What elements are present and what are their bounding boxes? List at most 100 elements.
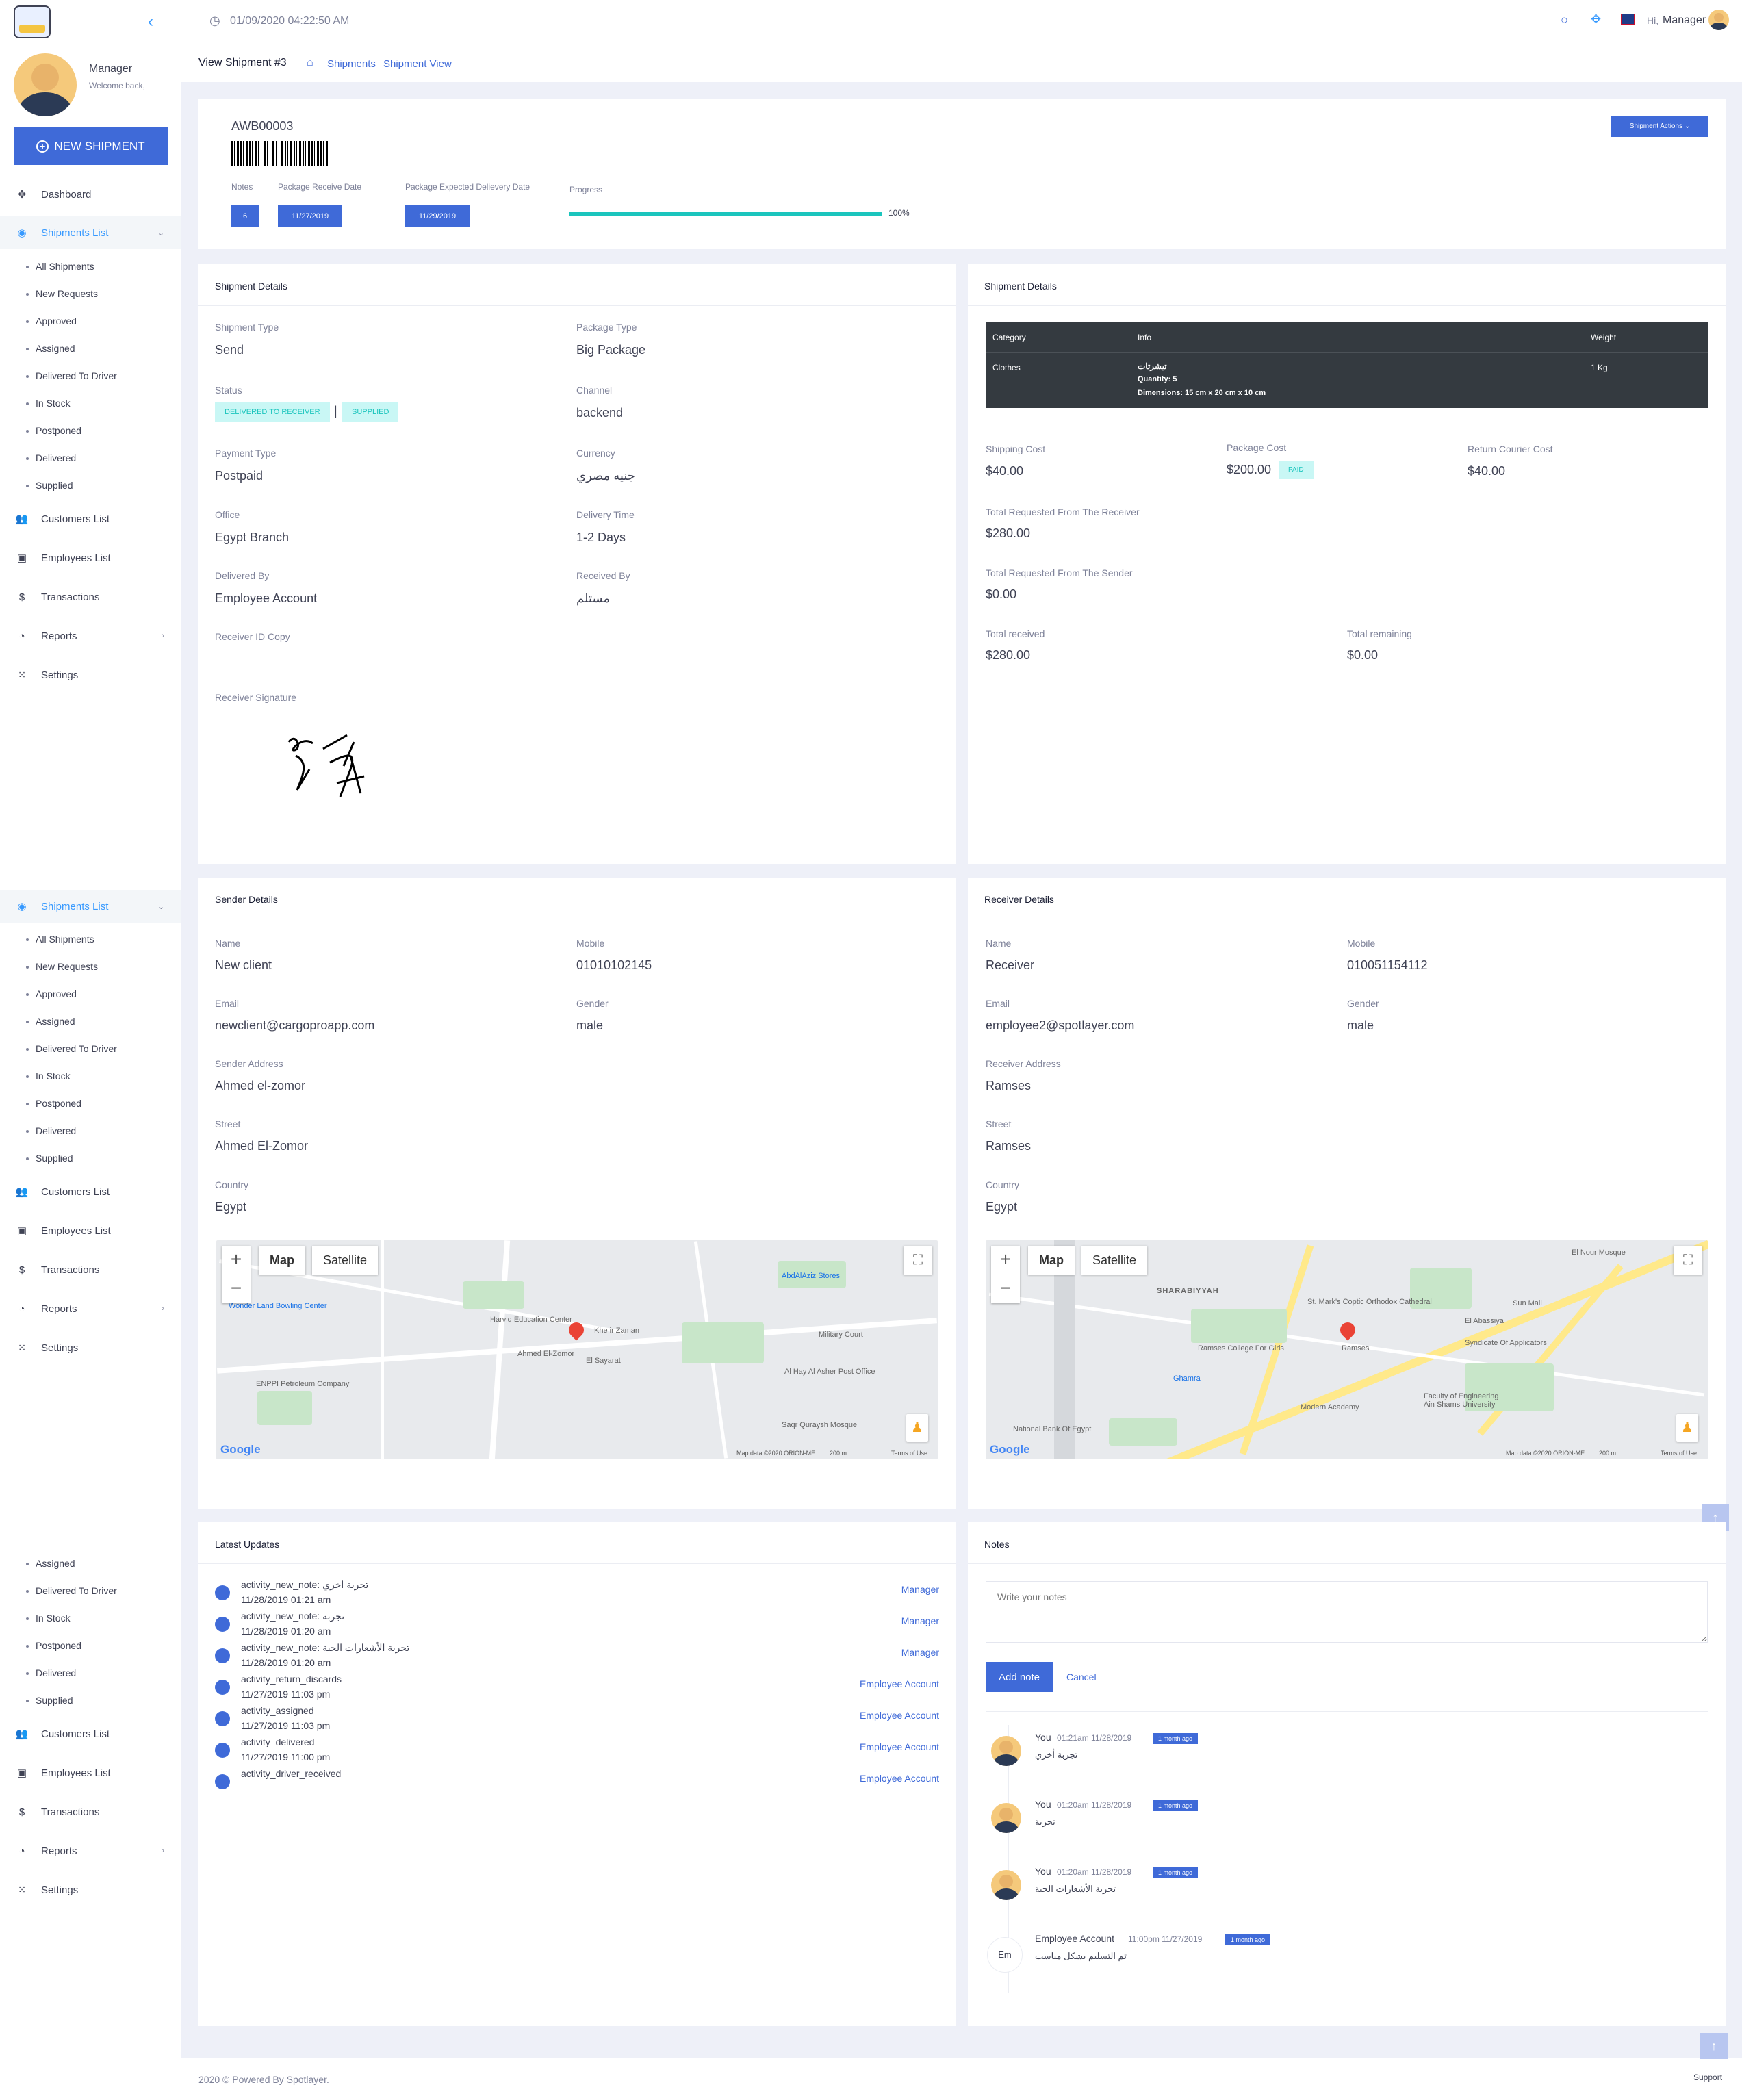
nav-employees[interactable]: ▣ Employees List xyxy=(0,541,181,574)
note-ago-badge: 1 month ago xyxy=(1153,1800,1199,1811)
fullscreen-icon[interactable]: ⛶ xyxy=(1674,1246,1702,1275)
delivery-time-label: Delivery Time xyxy=(576,509,635,520)
nav-settings-repeat-2[interactable]: ⁙ Settings xyxy=(0,1873,181,1906)
nav-transactions-repeat-2[interactable]: $ Transactions xyxy=(0,1795,181,1828)
topbar-user[interactable]: Manager xyxy=(1663,14,1706,27)
sidebar-subitem[interactable]: Assigned xyxy=(26,339,75,358)
nav-customers-repeat-2[interactable]: 👥 Customers List xyxy=(0,1717,181,1750)
map-terms-link[interactable]: Terms of Use xyxy=(1661,1450,1697,1457)
update-author-link[interactable]: Manager xyxy=(901,1647,939,1658)
sidebar-subitem[interactable]: Delivered xyxy=(26,1663,76,1682)
globe-icon xyxy=(215,1648,230,1663)
update-author-link[interactable]: Employee Account xyxy=(860,1741,939,1752)
nav-customers-label: Customers List xyxy=(41,1186,110,1198)
home-icon[interactable]: ⌂ xyxy=(307,57,313,69)
scroll-top-button[interactable]: ↑ xyxy=(1700,2033,1728,2059)
sidebar-subitem[interactable]: Delivered xyxy=(26,1121,76,1140)
notes-input[interactable] xyxy=(986,1581,1708,1643)
nav-reports[interactable]: ◔ Reports › xyxy=(0,619,181,652)
nav-settings-repeat[interactable]: ⁙ Settings xyxy=(0,1331,181,1364)
map-tab[interactable]: Map xyxy=(259,1246,305,1275)
satellite-tab[interactable]: Satellite xyxy=(312,1246,379,1275)
zoom-out-icon[interactable]: − xyxy=(991,1275,1020,1303)
fullscreen-icon[interactable]: ⛶ xyxy=(904,1246,932,1275)
sidebar-subitem[interactable]: Postponed xyxy=(26,1636,81,1655)
sidebar-subitem[interactable]: Delivered To Driver xyxy=(26,1039,117,1058)
nav-shipments-list[interactable]: ◉ Shipments List ⌄ xyxy=(0,216,181,249)
sidebar-subitem[interactable]: Supplied xyxy=(26,476,73,495)
nav-settings[interactable]: ⁙ Settings xyxy=(0,658,181,691)
sidebar-subitem[interactable]: Approved xyxy=(26,311,77,331)
zoom-out-icon[interactable]: − xyxy=(222,1275,251,1303)
nav-customers-repeat[interactable]: 👥 Customers List xyxy=(0,1175,181,1208)
zoom-in-icon[interactable]: + xyxy=(991,1246,1020,1275)
cancel-button[interactable]: Cancel xyxy=(1066,1672,1097,1682)
sidebar-subitem[interactable]: All Shipments xyxy=(26,930,94,949)
brand-logo[interactable] xyxy=(14,5,51,38)
id-card-icon: ▣ xyxy=(16,552,27,564)
support-link[interactable]: Support xyxy=(1693,2073,1722,2082)
sidebar-subitem[interactable]: Delivered To Driver xyxy=(26,366,117,385)
zoom-in-icon[interactable]: + xyxy=(222,1246,251,1275)
update-author-link[interactable]: Employee Account xyxy=(860,1710,939,1721)
search-icon[interactable]: ○ xyxy=(1561,13,1568,27)
map-pin-icon[interactable] xyxy=(1337,1319,1359,1341)
sidebar-subitem[interactable]: Supplied xyxy=(26,1691,73,1710)
globe-icon xyxy=(215,1774,230,1789)
sidebar-subitem[interactable]: Assigned xyxy=(26,1012,75,1031)
nav-transactions[interactable]: $ Transactions xyxy=(0,580,181,613)
note-text: تجربة الأشعارات الحية xyxy=(1035,1884,1116,1894)
sidebar-subitem[interactable]: In Stock xyxy=(26,1609,71,1628)
shipment-actions-button[interactable]: Shipment Actions ⌄ xyxy=(1611,116,1708,137)
sidebar-subitem[interactable]: Delivered To Driver xyxy=(26,1581,117,1600)
delivered-by-label: Delivered By xyxy=(215,570,270,581)
receiver-map[interactable]: SHARABIYYAH St. Mark's Coptic Orthodox C… xyxy=(986,1240,1708,1459)
update-author-link[interactable]: Employee Account xyxy=(860,1678,939,1689)
nav-reports-repeat-2[interactable]: ◔ Reports › xyxy=(0,1834,181,1867)
update-author-link[interactable]: Manager xyxy=(901,1615,939,1626)
sidebar-subitem[interactable]: Approved xyxy=(26,984,77,1003)
sidebar-subitem[interactable]: All Shipments xyxy=(26,257,94,276)
map-zoom-control[interactable]: + − xyxy=(222,1246,251,1303)
user-avatar[interactable] xyxy=(1708,10,1729,30)
nav-reports-repeat[interactable]: ◔ Reports › xyxy=(0,1292,181,1325)
sidebar-subitem[interactable]: New Requests xyxy=(26,957,98,976)
update-time: 11/28/2019 01:20 am xyxy=(241,1657,331,1668)
note-ago-badge: 1 month ago xyxy=(1153,1867,1199,1878)
nav-employees-repeat[interactable]: ▣ Employees List xyxy=(0,1214,181,1247)
add-note-button[interactable]: Add note xyxy=(986,1662,1053,1692)
map-tab[interactable]: Map xyxy=(1028,1246,1075,1275)
sidebar-subitem[interactable]: Postponed xyxy=(26,421,81,440)
sidebar-subitem[interactable]: Supplied xyxy=(26,1149,73,1168)
map-zoom-control[interactable]: + − xyxy=(991,1246,1020,1303)
update-author-link[interactable]: Manager xyxy=(901,1584,939,1595)
nav-customers[interactable]: 👥 Customers List xyxy=(0,502,181,535)
notifications-icon[interactable]: ✥ xyxy=(1591,12,1601,27)
sender-map[interactable]: Harvid Education Center Khe ir Zaman El … xyxy=(216,1240,938,1459)
sidebar-subitem[interactable]: New Requests xyxy=(26,284,98,303)
nav-employees-repeat-2[interactable]: ▣ Employees List xyxy=(0,1756,181,1789)
pegman-icon[interactable]: ♟ xyxy=(1676,1414,1698,1442)
nav-dashboard[interactable]: ✥ Dashboard xyxy=(0,178,181,211)
satellite-tab[interactable]: Satellite xyxy=(1081,1246,1148,1275)
nav-shipments-list-repeat[interactable]: ◉ Shipments List ⌄ xyxy=(0,890,181,923)
nav-transactions-repeat[interactable]: $ Transactions xyxy=(0,1253,181,1286)
uk-flag-icon[interactable] xyxy=(1621,14,1635,25)
new-shipment-button[interactable]: + NEW SHIPMENT xyxy=(14,127,168,165)
signature-image xyxy=(287,734,365,797)
updates-list: activity_new_note: تجربة أخري 11/28/2019 … xyxy=(198,1580,956,1939)
sidebar-subitem[interactable]: In Stock xyxy=(26,394,71,413)
pegman-icon[interactable]: ♟ xyxy=(906,1414,928,1442)
collapse-sidebar-icon[interactable]: ‹ xyxy=(148,12,153,31)
breadcrumb-shipment-view[interactable]: Shipment View xyxy=(383,58,452,70)
sender-country: Egypt xyxy=(215,1200,247,1214)
update-author-link[interactable]: Employee Account xyxy=(860,1773,939,1784)
sidebar-subitem[interactable]: Assigned xyxy=(26,1554,75,1573)
sidebar-subitem[interactable]: In Stock xyxy=(26,1066,71,1086)
map-terms-link[interactable]: Terms of Use xyxy=(891,1450,927,1457)
breadcrumb-shipments[interactable]: Shipments xyxy=(327,58,376,70)
sidebar-subitem[interactable]: Postponed xyxy=(26,1094,81,1113)
sidebar-subitem[interactable]: Delivered xyxy=(26,448,76,468)
card-title: Sender Details xyxy=(215,894,278,905)
total-remaining: $0.00 xyxy=(1347,648,1379,662)
